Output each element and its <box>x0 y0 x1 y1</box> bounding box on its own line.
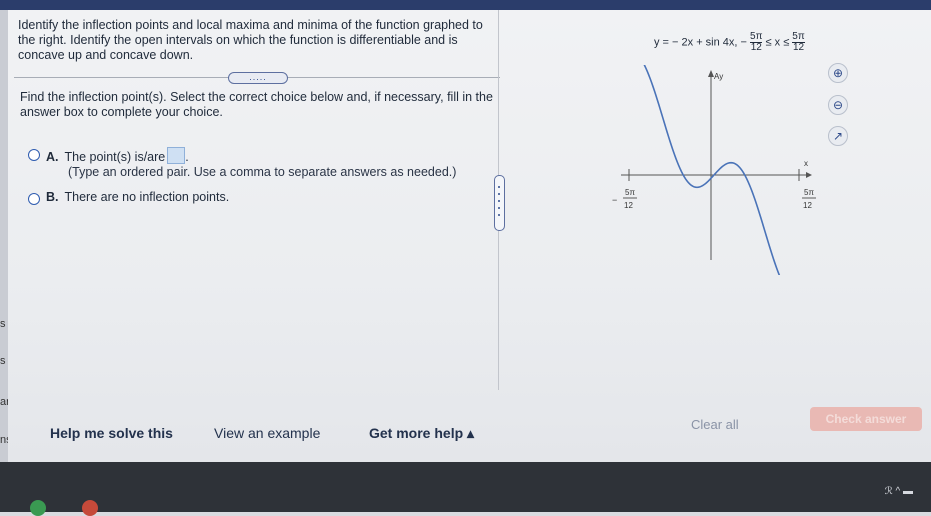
choice-a-letter: A. <box>46 150 59 164</box>
formula-inequality: ≤ x ≤ <box>765 36 790 49</box>
help-me-solve-link[interactable]: Help me solve this <box>50 425 173 441</box>
choice-b-text: There are no inflection points. <box>64 190 230 204</box>
zoom-in-icon[interactable]: ⊕ <box>828 63 848 83</box>
graph-formula: y = − 2x + sin 4x, − 5π 12 ≤ x ≤ 5π 12 <box>654 32 805 53</box>
taskbar: ℛ ^ ▬ <box>0 462 931 516</box>
choice-a-radio[interactable] <box>28 149 40 161</box>
question-panel: Identify the inflection points and local… <box>8 10 931 462</box>
formula-lower-bound: 5π 12 <box>750 31 763 53</box>
expand-question-button[interactable]: ..... <box>228 72 288 84</box>
function-graph: Ay x − 5π 12 5π 12 <box>612 65 816 275</box>
system-tray[interactable]: ℛ ^ ▬ <box>885 486 913 497</box>
choice-b-letter: B. <box>46 190 59 204</box>
x-axis-arrow <box>806 172 812 178</box>
left-sidebar-strip: s s ary ns <box>0 10 15 462</box>
sidebar-fragment: s <box>0 355 6 367</box>
panel-resize-handle[interactable] <box>494 175 505 231</box>
formula-left: y = − 2x + sin 4x, − <box>654 36 747 49</box>
top-bar <box>0 0 931 10</box>
external-link-icon[interactable]: ↗ <box>828 126 848 146</box>
tick-right-num: 5π <box>804 188 814 197</box>
tick-left-den: 12 <box>624 201 633 210</box>
question-text: Identify the inflection points and local… <box>18 18 483 62</box>
tick-right-den: 12 <box>803 201 812 210</box>
x-axis-label: x <box>804 159 808 168</box>
sidebar-fragment: s <box>0 318 6 330</box>
zoom-out-icon[interactable]: ⊖ <box>828 95 848 115</box>
taskbar-app-icon[interactable] <box>30 500 46 516</box>
answer-input-box[interactable] <box>167 147 186 164</box>
choice-b[interactable]: B. There are no inflection points. <box>46 190 229 205</box>
tick-left-sign: − <box>612 195 617 205</box>
view-example-link[interactable]: View an example <box>214 425 320 441</box>
taskbar-app-icon[interactable] <box>82 500 98 516</box>
prompt-text: Find the inflection point(s). Select the… <box>20 90 493 119</box>
formula-upper-bound: 5π 12 <box>792 31 805 53</box>
choice-a-note: (Type an ordered pair. Use a comma to se… <box>68 165 457 179</box>
choice-a-text: The point(s) is/are <box>64 150 166 164</box>
tick-left-num: 5π <box>625 188 635 197</box>
y-axis-label: Ay <box>714 72 723 81</box>
check-answer-button[interactable]: Check answer <box>810 407 922 431</box>
clear-all-button[interactable]: Clear all <box>691 417 739 432</box>
get-more-help-link[interactable]: Get more help ▴ <box>369 425 474 442</box>
choice-b-radio[interactable] <box>28 193 40 205</box>
function-curve <box>643 65 781 275</box>
choice-a[interactable]: A. The point(s) is/are. <box>46 147 189 165</box>
